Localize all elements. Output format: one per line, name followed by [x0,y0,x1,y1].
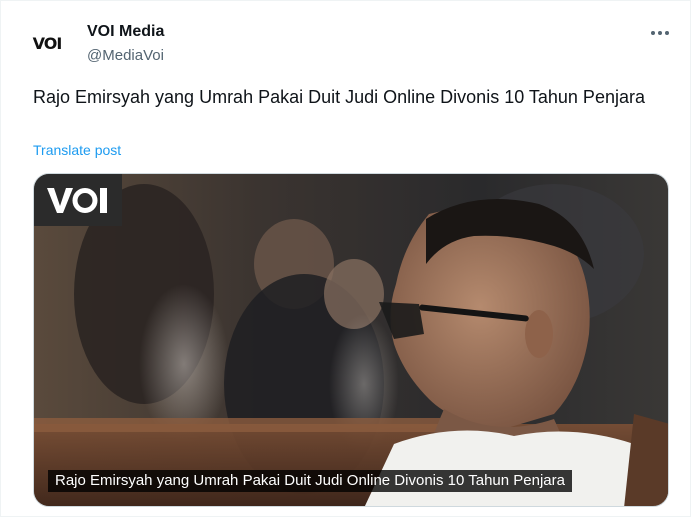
more-button[interactable] [645,21,675,45]
more-horizontal-icon [651,31,669,35]
author-info: VOI Media @MediaVoi [87,22,164,66]
photo-caption: Rajo Emirsyah yang Umrah Pakai Duit Judi… [48,470,572,492]
translate-post-link[interactable]: Translate post [33,141,121,159]
news-photo [34,174,668,506]
tweet-card[interactable]: VOI VOI Media @MediaVoi Rajo Emirsyah ya… [0,0,691,517]
tweet-text: Rajo Emirsyah yang Umrah Pakai Duit Judi… [33,87,645,107]
author-display-name[interactable]: VOI Media [87,22,164,42]
tweet-media-image[interactable]: Rajo Emirsyah yang Umrah Pakai Duit Judi… [33,173,669,507]
voi-watermark-logo [47,188,107,213]
voi-watermark [34,174,122,226]
voi-logo: VOI [32,33,63,53]
author-handle[interactable]: @MediaVoi [87,46,164,66]
author-avatar[interactable]: VOI [23,19,71,67]
